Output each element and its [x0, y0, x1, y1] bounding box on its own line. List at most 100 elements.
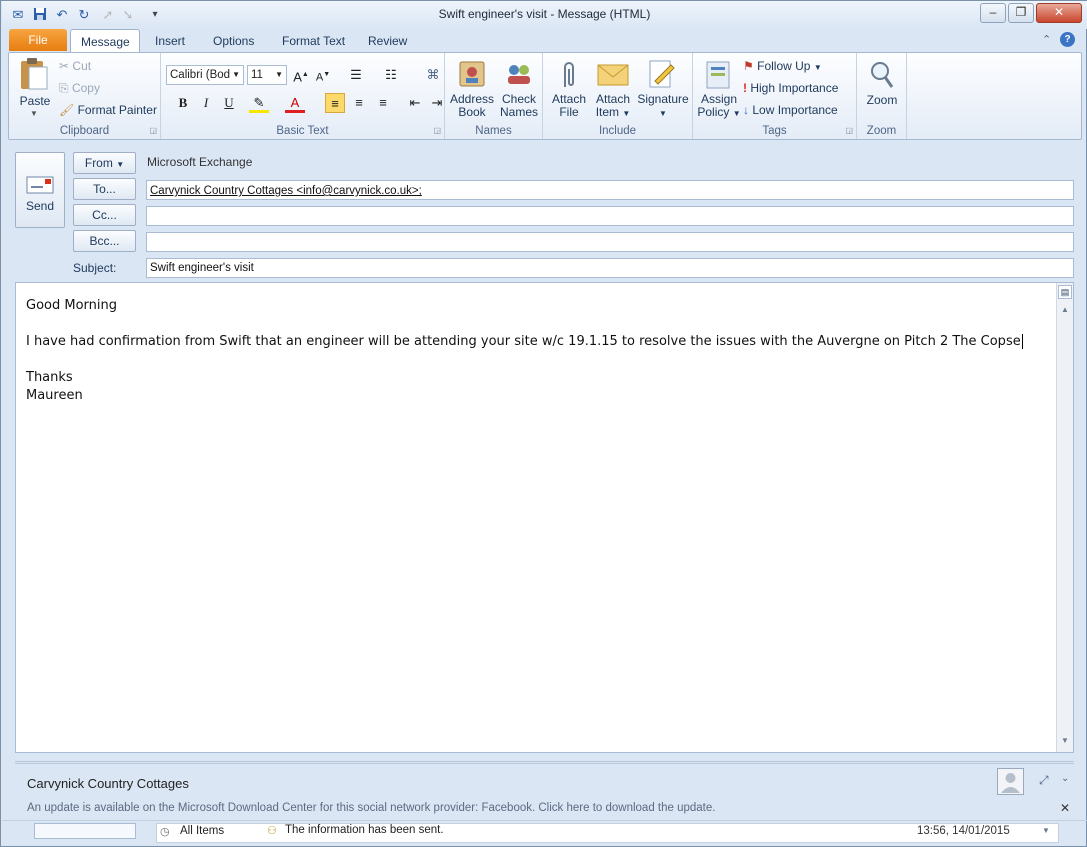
shrink-font-icon[interactable]: A▼	[313, 65, 333, 85]
cc-field[interactable]	[146, 206, 1074, 226]
tab-review[interactable]: Review	[358, 29, 417, 53]
window-title: Swift engineer's visit - Message (HTML)	[438, 7, 651, 21]
send-button[interactable]: Send	[15, 152, 65, 228]
assign-policy-label: Assign Policy ▼	[697, 92, 741, 119]
people-pane-name: Carvynick Country Cottages	[27, 776, 189, 791]
minimize-icon[interactable]: –	[980, 3, 1006, 23]
help-icon[interactable]: ?	[1060, 32, 1075, 47]
bold-button[interactable]: B	[173, 93, 193, 113]
attach-item-button[interactable]: Attach Item ▼	[591, 57, 635, 119]
to-recipient[interactable]: Carvynick Country Cottages <info@carvyni…	[150, 185, 422, 197]
address-book-button[interactable]: Address Book	[449, 57, 495, 119]
paste-button[interactable]: Paste ▼	[15, 57, 55, 118]
names-group-label: Names	[475, 125, 512, 137]
follow-up-button[interactable]: ⚑ Follow Up ▼	[743, 59, 822, 73]
bcc-button[interactable]: Bcc...	[73, 230, 136, 252]
message-header: Send From ▼ Microsoft Exchange To... Car…	[8, 146, 1082, 279]
body-line-main: I have had confirmation from Swift that …	[26, 334, 1023, 349]
tab-insert[interactable]: Insert	[145, 29, 195, 53]
paste-icon	[21, 58, 48, 90]
pane-splitter[interactable]	[15, 761, 1074, 764]
signature-button[interactable]: Signature ▼	[635, 57, 691, 119]
zoom-group-label: Zoom	[866, 125, 897, 137]
numbering-icon[interactable]: ☷	[381, 65, 401, 85]
cut-button[interactable]: ✂ Cut	[59, 59, 91, 73]
status-box[interactable]	[34, 823, 136, 839]
decrease-indent-icon[interactable]: ⇤	[405, 93, 425, 113]
chevron-down-icon: ▼	[30, 109, 38, 118]
scroll-up-icon[interactable]: ▲	[1058, 305, 1072, 319]
close-icon[interactable]: ✕	[1060, 801, 1070, 815]
status-message: The information has been sent.	[285, 824, 444, 836]
assign-policy-button[interactable]: Assign Policy ▼	[697, 57, 741, 119]
copy-label: Copy	[71, 81, 100, 95]
subject-field[interactable]: Swift engineer's visit	[146, 258, 1074, 278]
clipboard-group: Paste ▼ ✂ Cut ⎘ Copy 🖌 Format Painter Cl…	[9, 53, 161, 139]
tab-format-text[interactable]: Format Text	[272, 29, 355, 53]
down-arrow-icon: ↓	[743, 103, 749, 117]
close-icon[interactable]: ✕	[1036, 3, 1082, 23]
styles-icon[interactable]: ⌘	[423, 65, 443, 85]
increase-indent-icon[interactable]: ⇥	[427, 93, 447, 113]
outlook-message-window: ✉ ↶ ↻ ➚ ➘ ▾ Swift engineer's visit - Mes…	[0, 0, 1087, 847]
subject-label: Subject:	[73, 261, 117, 275]
restore-icon[interactable]: ❐	[1008, 3, 1034, 23]
attach-file-button[interactable]: Attach File	[547, 57, 591, 119]
align-right-icon[interactable]: ≡	[373, 93, 393, 113]
format-painter-button[interactable]: 🖌 Format Painter	[59, 103, 157, 117]
dialog-launcher-icon[interactable]: ◲	[433, 126, 441, 135]
folder-filter[interactable]: All Items	[180, 825, 224, 837]
dialog-launcher-icon[interactable]: ◲	[149, 126, 157, 135]
from-label: From	[84, 156, 113, 170]
to-field[interactable]: Carvynick Country Cottages <info@carvyni…	[146, 180, 1074, 200]
to-button[interactable]: To...	[73, 178, 136, 200]
from-button[interactable]: From ▼	[73, 152, 136, 174]
expand-icon[interactable]: ⤢	[1039, 773, 1049, 788]
person-icon	[1001, 773, 1020, 793]
chevron-down-icon[interactable]: ▼	[1042, 826, 1050, 835]
info-icon: ⚇	[267, 825, 277, 837]
tags-group-label: Tags	[762, 125, 787, 137]
copy-button[interactable]: ⎘ Copy	[59, 81, 100, 96]
zoom-label: Zoom	[866, 93, 898, 107]
underline-button[interactable]: U	[219, 93, 239, 113]
font-size-combo[interactable]: 11 ▼	[247, 65, 287, 85]
title-bar: ✉ ↶ ↻ ➚ ➘ ▾ Swift engineer's visit - Mes…	[2, 1, 1087, 29]
flag-icon: ⚑	[743, 59, 754, 73]
cc-button[interactable]: Cc...	[73, 204, 136, 226]
tab-options[interactable]: Options	[203, 29, 264, 53]
high-importance-button[interactable]: ! High Importance	[743, 81, 838, 95]
format-painter-label: Format Painter	[77, 103, 157, 117]
check-names-button[interactable]: Check Names	[497, 57, 541, 119]
update-notice[interactable]: An update is available on the Microsoft …	[27, 802, 715, 814]
basic-text-group: Calibri (Bod ▼ 11 ▼ A▲ A▼ ☰ ☷ ⌘ B I U ✎ A …	[161, 53, 445, 139]
tab-file[interactable]: File	[9, 29, 67, 51]
align-left-icon[interactable]: ≡	[325, 93, 345, 113]
attach-item-label: Attach Item ▼	[595, 92, 631, 119]
body-line-greeting: Good Morning	[26, 298, 117, 313]
ruler-icon[interactable]: ▤	[1058, 285, 1072, 299]
message-body-editor[interactable]: Good Morning I have had confirmation fro…	[15, 282, 1074, 753]
tab-message[interactable]: Message	[70, 29, 140, 53]
bullets-icon[interactable]: ☰	[346, 65, 366, 85]
body-scrollbar[interactable]: ▤ ▲ ▼	[1056, 283, 1073, 752]
italic-button[interactable]: I	[196, 93, 216, 113]
low-importance-button[interactable]: ↓ Low Importance	[743, 103, 838, 117]
status-timestamp: 13:56, 14/01/2015	[917, 825, 1010, 837]
zoom-button[interactable]: Zoom	[860, 57, 904, 119]
grow-font-icon[interactable]: A▲	[291, 65, 311, 85]
chevron-down-icon[interactable]: ⌄	[1061, 773, 1069, 784]
message-body-text[interactable]: Good Morning I have had confirmation fro…	[26, 297, 1023, 405]
paperclip-icon	[564, 62, 574, 87]
highlight-icon[interactable]: ✎	[249, 93, 269, 113]
font-color-icon[interactable]: A	[285, 93, 305, 113]
font-name-combo[interactable]: Calibri (Bod ▼	[166, 65, 244, 85]
signature-icon	[649, 60, 675, 88]
bcc-field[interactable]	[146, 232, 1074, 252]
align-center-icon[interactable]: ≡	[349, 93, 369, 113]
paste-label: Paste	[19, 94, 51, 108]
dialog-launcher-icon[interactable]: ◲	[845, 126, 853, 135]
scroll-down-icon[interactable]: ▼	[1058, 736, 1072, 750]
collapse-ribbon-icon[interactable]: ⌃	[1042, 33, 1051, 46]
assign-policy-icon	[706, 61, 730, 89]
